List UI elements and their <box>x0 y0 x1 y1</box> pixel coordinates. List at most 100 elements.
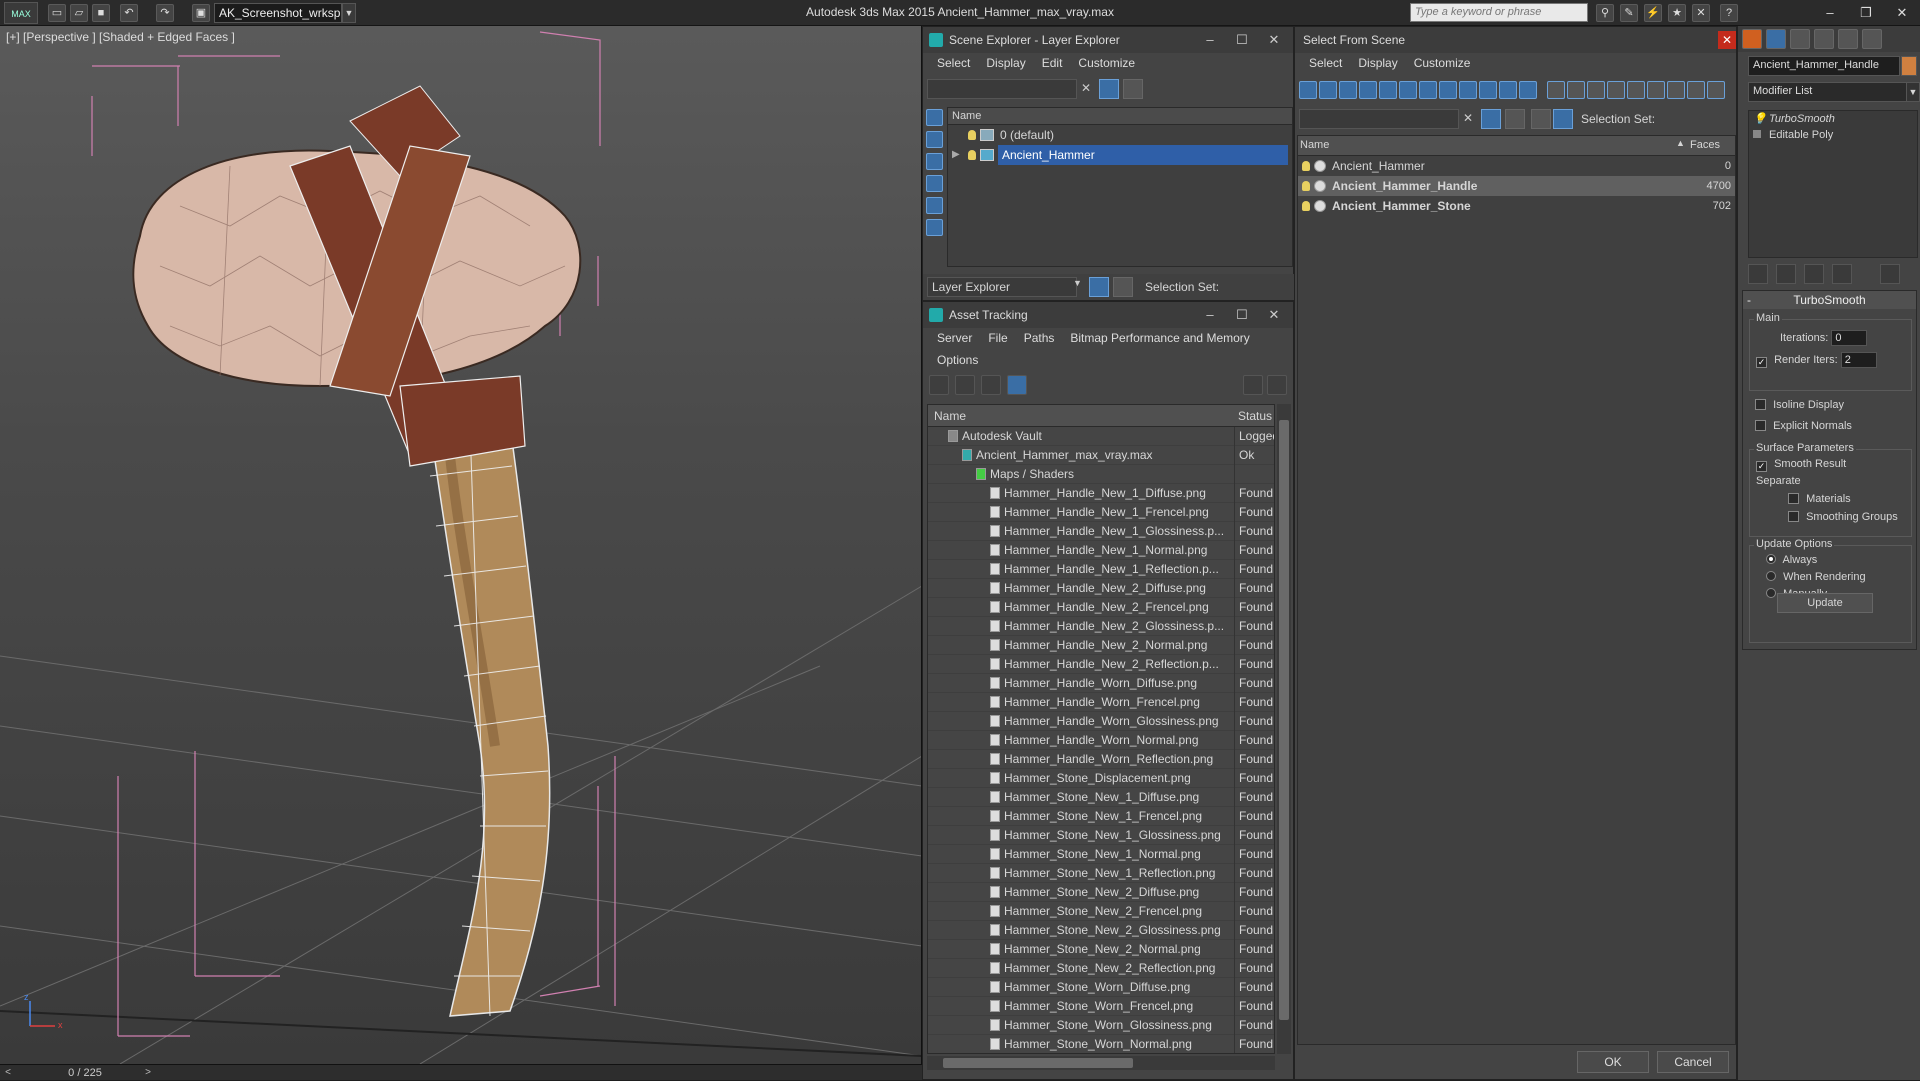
display-helpers-icon[interactable] <box>1379 81 1397 99</box>
tools-icon[interactable]: ✎ <box>1620 4 1638 22</box>
asset-row[interactable]: Hammer_Handle_New_2_Normal.png Found <box>928 636 1274 655</box>
asset-row[interactable]: Hammer_Stone_New_1_Normal.png Found <box>928 845 1274 864</box>
asset-row[interactable]: Hammer_Handle_Worn_Frencel.png Found <box>928 693 1274 712</box>
minimize-button[interactable]: – <box>1195 302 1225 328</box>
help-icon[interactable]: ? <box>1720 4 1738 22</box>
asset-row[interactable]: Maps / Shaders <box>928 465 1274 484</box>
invert-display-icon[interactable] <box>1587 81 1605 99</box>
menu-customize[interactable]: Customize <box>1070 53 1143 75</box>
lightbulb-icon[interactable]: 💡 <box>1753 111 1767 127</box>
asset-row[interactable]: Hammer_Stone_Worn_Frencel.png Found <box>928 997 1274 1016</box>
refresh-icon[interactable] <box>929 375 949 395</box>
clear-search-icon[interactable]: ✕ <box>1081 81 1091 95</box>
display-spacewarps-icon[interactable] <box>926 219 943 236</box>
ok-button[interactable]: OK <box>1577 1051 1649 1073</box>
save-file-icon[interactable]: ■ <box>92 4 110 22</box>
menu-display[interactable]: Display <box>978 53 1033 75</box>
select-none-icon[interactable] <box>1627 81 1645 99</box>
layer-options-icon[interactable] <box>1123 79 1143 99</box>
render-iters-checkbox[interactable]: ✓ <box>1756 356 1767 368</box>
asset-row[interactable]: Hammer_Stone_Displacement.png Found <box>928 769 1274 788</box>
maximize-button[interactable]: ☐ <box>1227 302 1257 328</box>
manually-radio[interactable] <box>1766 588 1776 598</box>
asset-row[interactable]: Hammer_Stone_Worn_Glossiness.png Found <box>928 1016 1274 1035</box>
lightbulb-icon[interactable] <box>1302 181 1310 191</box>
column-name[interactable]: Name <box>1300 139 1329 151</box>
make-unique-icon[interactable] <box>1804 264 1824 284</box>
layer-row[interactable]: 0 (default) <box>948 125 1292 145</box>
asset-row[interactable]: Hammer_Handle_New_1_Glossiness.p... Found <box>928 522 1274 541</box>
time-slider[interactable]: < 0 / 225 > <box>0 1064 922 1080</box>
object-row[interactable]: Ancient_Hammer_Stone 702 <box>1298 196 1735 216</box>
redo-icon[interactable]: ↷ <box>156 4 174 22</box>
hierarchy-toggle-icon[interactable] <box>1707 81 1725 99</box>
display-none-icon[interactable] <box>1567 81 1585 99</box>
sort-ascending-icon[interactable]: ▲ <box>1676 138 1685 148</box>
menu-server[interactable]: Server <box>929 328 980 350</box>
pin-stack-icon[interactable] <box>1748 264 1768 284</box>
chevron-down-icon[interactable]: ▼ <box>342 3 356 23</box>
layer-search-input[interactable] <box>927 79 1077 99</box>
asset-row[interactable]: Hammer_Stone_New_1_Glossiness.png Found <box>928 826 1274 845</box>
hierarchy-tab-icon[interactable] <box>1790 29 1810 49</box>
modify-tab-icon[interactable] <box>1766 29 1786 49</box>
menu-customize[interactable]: Customize <box>1406 53 1479 75</box>
display-shapes-icon[interactable] <box>1319 81 1337 99</box>
iterations-spinner[interactable]: 0 <box>1831 330 1868 346</box>
display-cameras-icon[interactable] <box>1359 81 1377 99</box>
search-input[interactable]: Type a keyword or phrase <box>1410 3 1588 22</box>
asset-row[interactable]: Hammer_Stone_Worn_Normal.png Found <box>928 1035 1274 1053</box>
stack-item-editable-poly[interactable]: Editable Poly <box>1749 127 1917 143</box>
when-rendering-radio[interactable] <box>1766 571 1776 581</box>
render-iters-spinner[interactable]: 2 <box>1840 352 1877 368</box>
expand-icon[interactable] <box>1753 130 1761 138</box>
time-next-button[interactable]: > <box>140 1065 156 1081</box>
display-helpers-icon[interactable] <box>926 197 943 214</box>
asset-row[interactable]: Hammer_Stone_New_2_Glossiness.png Found <box>928 921 1274 940</box>
rollout-header[interactable]: - TurboSmooth <box>1743 291 1916 309</box>
help-icon[interactable] <box>1243 375 1263 395</box>
open-file-icon[interactable]: ▱ <box>70 4 88 22</box>
asset-row[interactable]: Hammer_Stone_New_2_Diffuse.png Found <box>928 883 1274 902</box>
find-case-icon[interactable] <box>1687 81 1705 99</box>
asset-row[interactable]: Hammer_Stone_New_2_Normal.png Found <box>928 940 1274 959</box>
display-cameras-icon[interactable] <box>926 175 943 192</box>
lightbulb-icon[interactable] <box>1302 201 1310 211</box>
object-row[interactable]: Ancient_Hammer_Handle 4700 <box>1298 176 1735 196</box>
explicit-normals-checkbox[interactable] <box>1755 420 1766 431</box>
time-prev-button[interactable]: < <box>0 1065 16 1081</box>
display-spacewarps-icon[interactable] <box>1399 81 1417 99</box>
lightbulb-icon[interactable] <box>968 150 976 160</box>
asset-row[interactable]: Hammer_Handle_New_1_Normal.png Found <box>928 541 1274 560</box>
app-logo-icon[interactable]: MAX <box>4 2 38 24</box>
display-geometry-icon[interactable] <box>926 109 943 126</box>
display-particles-icon[interactable] <box>1499 81 1517 99</box>
display-lights-icon[interactable] <box>926 153 943 170</box>
asset-row[interactable]: Hammer_Handle_New_1_Diffuse.png Found <box>928 484 1274 503</box>
close-button[interactable]: ✕ <box>1259 27 1289 53</box>
create-tab-icon[interactable] <box>1742 29 1762 49</box>
asset-row[interactable]: Hammer_Stone_New_1_Diffuse.png Found <box>928 788 1274 807</box>
subscription-icon[interactable]: ⚡ <box>1644 4 1662 22</box>
asset-row[interactable]: Hammer_Handle_New_2_Reflection.p... Found <box>928 655 1274 674</box>
smooth-result-checkbox[interactable]: ✓ <box>1756 461 1767 472</box>
vertical-scrollbar[interactable] <box>1277 404 1291 1054</box>
object-row[interactable]: Ancient_Hammer 0 <box>1298 156 1735 176</box>
object-name-field[interactable]: Ancient_Hammer_Handle <box>1748 56 1900 76</box>
display-bones-icon[interactable] <box>1459 81 1477 99</box>
object-color-swatch[interactable] <box>1901 56 1917 76</box>
layer-tree-header[interactable]: Name <box>948 108 1292 125</box>
menu-edit[interactable]: Edit <box>1034 53 1071 75</box>
update-button[interactable]: Update <box>1777 593 1873 613</box>
minimize-button[interactable]: – <box>1812 3 1848 23</box>
horizontal-scrollbar[interactable] <box>927 1056 1275 1070</box>
layer-explorer-icon[interactable] <box>1089 277 1109 297</box>
asset-row[interactable]: Ancient_Hammer_max_vray.max Ok <box>928 446 1274 465</box>
motion-tab-icon[interactable] <box>1814 29 1834 49</box>
close-x-icon[interactable]: ✕ <box>1692 4 1710 22</box>
menu-paths[interactable]: Paths <box>1016 328 1063 350</box>
cancel-button[interactable]: Cancel <box>1657 1051 1729 1073</box>
sort-options-icon[interactable] <box>1505 109 1525 129</box>
filter-icon[interactable] <box>1099 79 1119 99</box>
perspective-viewport[interactable]: [+] [Perspective ] [Shaded + Edged Faces… <box>0 26 922 1064</box>
